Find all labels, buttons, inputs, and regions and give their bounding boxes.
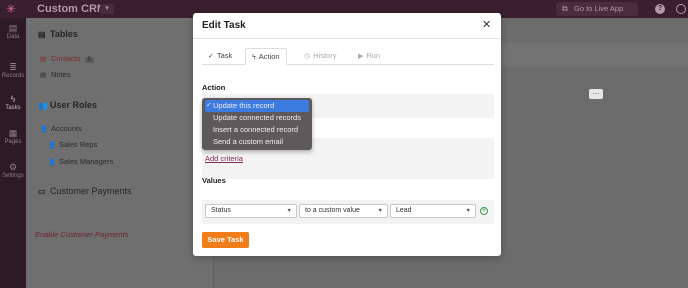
action-option-send-custom-email[interactable]: Send a custom email (205, 136, 309, 148)
tab-run[interactable]: ▶ Run (352, 48, 386, 65)
go-to-live-app-button[interactable]: ⧉ Go to Live App (556, 2, 638, 16)
sidebar-item-sales-managers[interactable]: 👤 Sales Managers (48, 157, 113, 166)
sidebar-item-notes[interactable]: ▤ Notes (40, 70, 71, 79)
add-value-icon[interactable]: + (480, 207, 488, 215)
external-link-icon: ⧉ (562, 4, 568, 13)
action-dropdown-menu: ✓ Update this record Update connected rec… (202, 98, 312, 150)
nav-records-label: Records (1, 73, 25, 79)
close-icon[interactable]: ✕ (482, 18, 491, 31)
sidebar: ▤ Tables ▤ Contacts 5 ▤ Notes 👥 User Roles 👤 A… (26, 18, 214, 288)
customer-payments-heading: ▭ Customer Payments (38, 186, 132, 196)
go-to-live-app-label: Go to Live App (574, 4, 624, 13)
operator-select[interactable]: to a custom value ▼ (299, 204, 388, 218)
clock-icon: ◷ (304, 53, 311, 60)
nav-data[interactable]: ▤ Data (0, 23, 26, 40)
field-select[interactable]: Status ▼ (205, 204, 297, 218)
action-label: Action (202, 83, 226, 92)
user-icon: 👤 (48, 142, 57, 149)
lightning-icon: ϟ (252, 54, 256, 61)
check-icon: ✓ (206, 102, 212, 109)
task-tabs: ✓ Task ϟ Action ◷ History ▶ Run (202, 48, 494, 65)
enable-customer-payments-link[interactable]: Enable Customer Payments (35, 230, 128, 239)
user-roles-heading: 👥 User Roles (38, 100, 98, 110)
lightning-icon: ϟ (10, 94, 16, 104)
app-title: Custom CRM (37, 3, 107, 15)
play-icon: ▶ (358, 53, 364, 60)
add-criteria-link[interactable]: Add criteria (205, 154, 243, 163)
table-icon: ▤ (40, 72, 47, 79)
contacts-count-badge: 5 (84, 57, 94, 63)
nav-pages-label: Pages (4, 139, 22, 145)
tab-action[interactable]: ϟ Action (245, 48, 287, 65)
nav-settings-label: Settings (2, 173, 24, 179)
save-task-button[interactable]: Save Task (202, 232, 249, 248)
nav-tasks[interactable]: ϟ Tasks (0, 94, 26, 111)
user-icon: 👤 (48, 159, 57, 166)
tables-heading: ▤ Tables (38, 29, 78, 39)
tab-history[interactable]: ◷ History (298, 48, 342, 65)
tab-task[interactable]: ✓ Task (202, 48, 238, 65)
modal-title: Edit Task (202, 20, 246, 31)
nav-pages[interactable]: ▦ Pages (0, 128, 26, 145)
action-option-insert-connected-record[interactable]: Insert a connected record (205, 124, 309, 136)
pages-icon: ▦ (8, 128, 18, 138)
action-option-update-this-record[interactable]: ✓ Update this record (205, 100, 309, 112)
value-select[interactable]: Lead ▼ (390, 204, 476, 218)
action-more-button[interactable]: ... (589, 88, 603, 99)
chevron-down-icon: ▼ (377, 208, 383, 214)
help-icon[interactable]: ? (655, 4, 665, 14)
users-icon: 👥 (38, 101, 48, 110)
nav-data-label: Data (6, 34, 20, 40)
action-option-update-connected-records[interactable]: Update connected records (205, 112, 309, 124)
values-label: Values (202, 176, 226, 185)
sidebar-item-accounts[interactable]: 👤 Accounts (40, 124, 82, 133)
records-icon: ≣ (9, 62, 17, 72)
sidebar-item-contacts[interactable]: ▤ Contacts 5 (40, 54, 94, 63)
app-switcher-button[interactable]: ▾ (100, 4, 114, 14)
chevron-down-icon: ▼ (286, 208, 292, 214)
chevron-down-icon: ▼ (465, 208, 471, 214)
nav-settings[interactable]: ⚙ Settings (0, 162, 26, 179)
database-icon: ▤ (8, 23, 18, 33)
app-logo-icon: ✳ (6, 2, 17, 16)
sidebar-item-sales-reps[interactable]: 👤 Sales Reps (48, 140, 97, 149)
nav-records[interactable]: ≣ Records (0, 62, 26, 79)
gear-icon: ⚙ (8, 162, 18, 172)
title-divider (193, 38, 501, 39)
check-icon: ✓ (208, 53, 214, 60)
table-icon: ▤ (40, 56, 47, 63)
payment-icon: ▭ (38, 187, 46, 196)
user-account-icon[interactable] (676, 4, 686, 14)
table-icon: ▤ (38, 30, 46, 39)
user-icon: 👤 (40, 126, 49, 133)
nav-tasks-label: Tasks (5, 105, 21, 111)
left-nav: ▤ Data ≣ Records ϟ Tasks ▦ Pages ⚙ Setti… (0, 18, 26, 288)
